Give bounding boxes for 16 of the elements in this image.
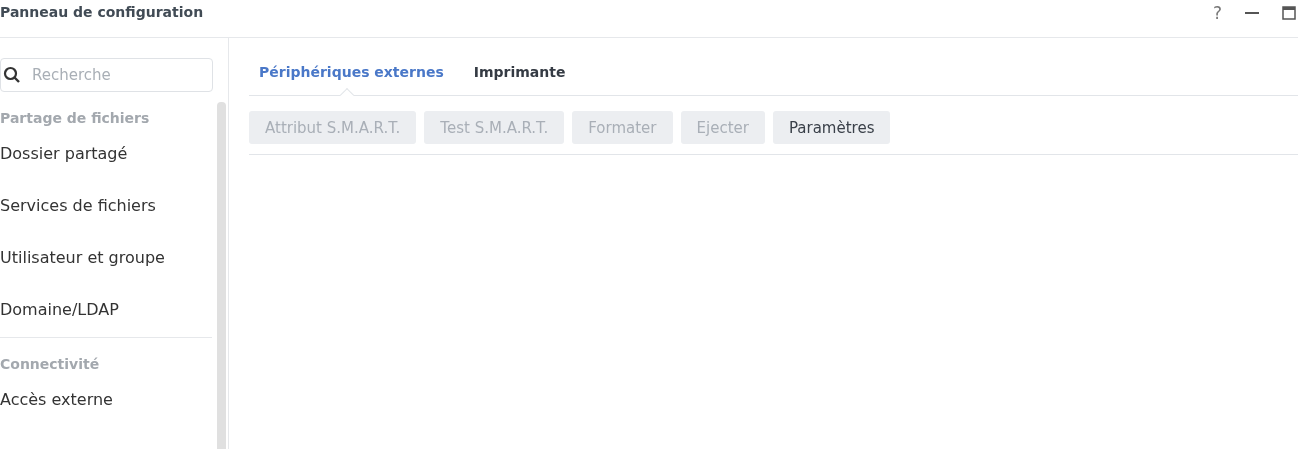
sidebar-item[interactable]: Dossier partagé bbox=[0, 144, 212, 164]
window-title: Panneau de configuration bbox=[0, 3, 204, 20]
tab[interactable]: Imprimante bbox=[473, 63, 566, 80]
search-icon bbox=[3, 66, 21, 84]
scrollbar[interactable] bbox=[217, 102, 226, 449]
section-heading: Partage de fichiers bbox=[0, 109, 151, 128]
sidebar-item[interactable]: Domaine/LDAP bbox=[0, 300, 212, 320]
help-button[interactable]: ? bbox=[1212, 2, 1222, 23]
sidebar-item[interactable]: Accès externe bbox=[0, 390, 212, 410]
maximize-icon[interactable] bbox=[1282, 5, 1296, 20]
toolbar-button[interactable]: Paramètres bbox=[772, 111, 891, 144]
section-heading: Connectivité bbox=[0, 355, 101, 374]
tab[interactable]: Périphériques externes bbox=[259, 63, 444, 80]
search-field[interactable]: Recherche bbox=[0, 58, 213, 92]
sidebar-item[interactable]: Services de fichiers bbox=[0, 196, 212, 216]
sidebar-item[interactable]: Utilisateur et groupe bbox=[0, 248, 212, 268]
